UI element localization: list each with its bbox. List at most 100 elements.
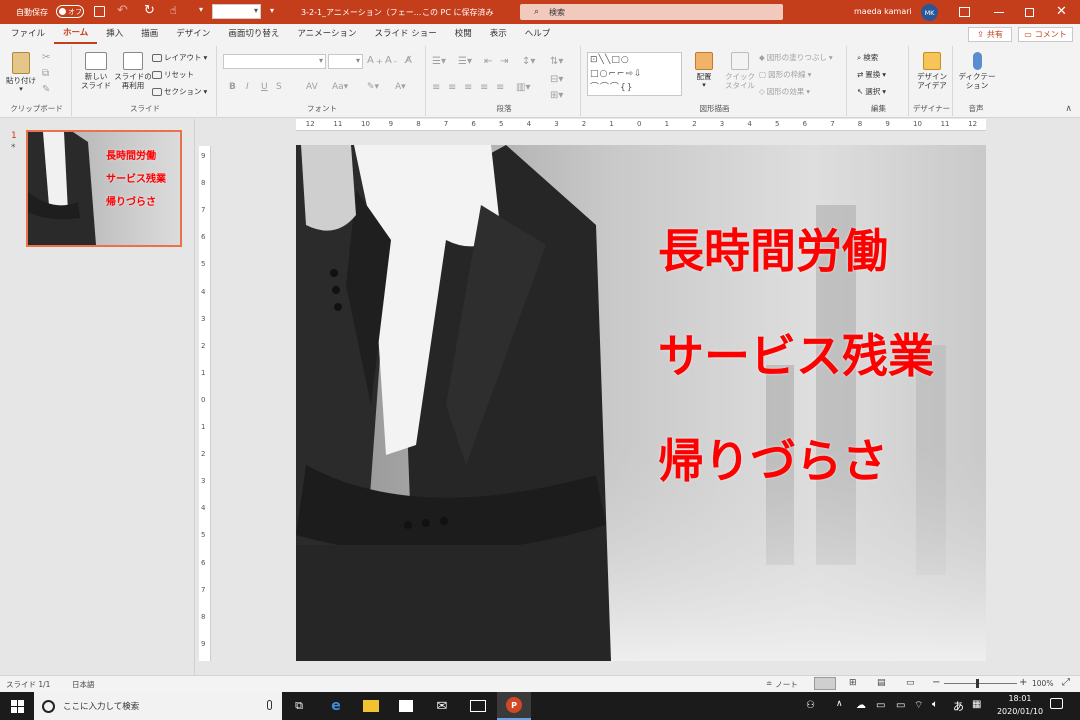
slide-line-2[interactable]: サービス残業 [658,320,934,386]
shapes-gallery[interactable]: ⊡╲╲□○ □○⌐⌐⇨⇩ ⌒⌒⌒{} [587,52,682,96]
zoom-in-icon[interactable]: + [1019,677,1027,688]
shape-fill-button[interactable]: ◆ 図形の塗りつぶし ▾ [759,52,833,63]
notes-button[interactable]: ≐ ノート [766,679,798,690]
slide-thumbnail[interactable]: 長時間労働 サービス残業 帰りづらさ [26,130,182,247]
numbering-icon[interactable]: ☰▾ [458,56,472,67]
comment-button[interactable]: ▭ コメント [1018,27,1073,42]
collapse-ribbon-icon[interactable]: ∧ [1065,104,1072,114]
font-name-combobox[interactable]: ▾ [223,54,326,69]
taskbar-search-box[interactable]: ここに入力して検索 [34,692,282,720]
ime-options-icon[interactable]: ▦ [972,699,981,710]
reset-button[interactable]: リセット [152,69,194,80]
photos-icon[interactable] [461,692,495,720]
bold-icon[interactable]: B [229,82,236,92]
people-icon[interactable]: ⚇ [806,700,815,711]
arrange-button[interactable]: 配置 ▾ [687,52,721,90]
notification-icon[interactable] [1050,698,1063,709]
normal-view-icon[interactable] [814,677,836,690]
store-icon[interactable] [389,692,423,720]
font-color-icon[interactable]: A▾ [395,82,406,92]
find-button[interactable]: ⌕ 検索 [857,52,878,63]
distributed-icon[interactable]: ≡ [496,82,504,93]
slide-line-3[interactable]: 帰りづらさ [658,425,888,491]
grow-font-icon[interactable]: A + [367,55,383,66]
redo-icon[interactable]: ↻ [144,3,155,18]
volume-icon[interactable]: 🔈︎ [932,699,938,710]
strikethrough-icon[interactable]: S [276,82,282,92]
save-icon[interactable] [94,6,105,17]
file-explorer-icon[interactable] [354,692,388,720]
new-slide-button[interactable]: 新しい スライド [78,52,114,90]
shrink-font-icon[interactable]: A- [385,55,397,66]
italic-icon[interactable]: I [246,82,249,92]
dictate-button[interactable]: ディクテー ション [957,52,997,90]
clock-time[interactable]: 18:01 [1000,694,1040,703]
ime-mode[interactable]: あ [953,698,964,714]
task-view-icon[interactable]: ⧉ [282,692,316,720]
decrease-indent-icon[interactable]: ⇤ [484,56,492,67]
zoom-slider[interactable] [944,679,1017,688]
tab-file[interactable]: ファイル [2,24,54,44]
ribbon-display-options-icon[interactable] [959,7,970,17]
char-spacing-icon[interactable]: AV [306,82,318,92]
format-painter-icon[interactable]: ✎ [42,84,50,95]
microphone-icon-taskbar[interactable] [267,700,272,710]
shape-effects-button[interactable]: ◇ 図形の効果 ▾ [759,86,810,97]
mail-icon[interactable]: ✉ [425,692,459,720]
network-icon[interactable]: ▭ [876,700,885,711]
paste-button[interactable]: 貼り付け ▾ [5,52,37,94]
close-icon[interactable]: ✕ [1056,4,1067,19]
tab-draw[interactable]: 描画 [132,24,167,44]
wifi-icon[interactable]: ⌔ [914,699,923,712]
language-indicator[interactable]: 日本語 [72,679,95,690]
layout-button[interactable]: レイアウト ▾ [152,52,207,63]
powerpoint-taskbar-icon[interactable]: P [497,692,531,720]
tab-view[interactable]: 表示 [481,24,516,44]
slide-line-1[interactable]: 長時間労働 [658,215,888,281]
slide-sorter-icon[interactable]: ⊞ [849,678,857,688]
font-size-combobox[interactable]: ▾ [328,54,363,69]
text-direction-icon[interactable]: ⇅▾ [550,56,563,67]
design-ideas-button[interactable]: デザイン アイデア [913,52,951,90]
share-button[interactable]: ⇪ 共有 [968,27,1012,42]
tab-review[interactable]: 校閲 [446,24,481,44]
columns-icon[interactable]: ▥▾ [516,82,530,93]
qat-dropdown-icon[interactable]: ▾ [199,5,203,14]
align-left-icon[interactable]: ≡ [432,82,440,93]
restore-icon[interactable] [1025,8,1034,17]
cut-icon[interactable]: ✂ [42,52,50,63]
line-spacing-icon[interactable]: ↕▾ [522,56,535,67]
align-text-icon[interactable]: ⊟▾ [550,74,563,85]
select-button[interactable]: ↖ 選択 ▾ [857,86,886,97]
reading-view-icon[interactable]: ▤ [877,678,886,688]
replace-button[interactable]: ⇄ 置換 ▾ [857,69,886,80]
increase-indent-icon[interactable]: ⇥ [500,56,508,67]
tab-slideshow[interactable]: スライド ショー [366,24,446,44]
tab-home[interactable]: ホーム [54,24,98,44]
tab-design[interactable]: デザイン [167,24,219,44]
zoom-out-icon[interactable]: − [932,677,940,688]
reuse-slides-button[interactable]: スライドの 再利用 [114,52,152,90]
underline-icon[interactable]: U [261,82,268,92]
qat-customize-icon[interactable]: ▾ [270,6,274,15]
tab-insert[interactable]: 挿入 [97,24,132,44]
slideshow-icon[interactable]: ▭ [906,678,915,688]
quick-styles-button[interactable]: クイック スタイル [721,52,759,90]
show-hidden-icons-icon[interactable]: ∧ [836,699,843,709]
zoom-slider-thumb[interactable] [976,679,979,688]
align-right-icon[interactable]: ≡ [464,82,472,93]
section-button[interactable]: セクション ▾ [152,86,207,97]
change-case-icon[interactable]: Aa▾ [332,82,348,92]
avatar[interactable]: MK [921,4,938,21]
search-box[interactable]: ⌕ 検索 [520,4,783,20]
autosave-toggle[interactable]: オフ [56,5,84,18]
undo-icon[interactable]: ↶ [117,3,128,18]
minimize-icon[interactable] [994,12,1004,13]
zoom-level[interactable]: 100% [1032,679,1053,688]
clear-format-icon[interactable]: A̸ [405,55,412,66]
qat-font-combobox[interactable]: ▾ [212,4,261,19]
touch-mode-icon[interactable]: ☝ [170,4,177,17]
smartart-icon[interactable]: ⊞▾ [550,90,563,101]
copy-icon[interactable]: ⧉ [42,68,49,79]
battery-icon[interactable]: ▭ [896,700,905,711]
